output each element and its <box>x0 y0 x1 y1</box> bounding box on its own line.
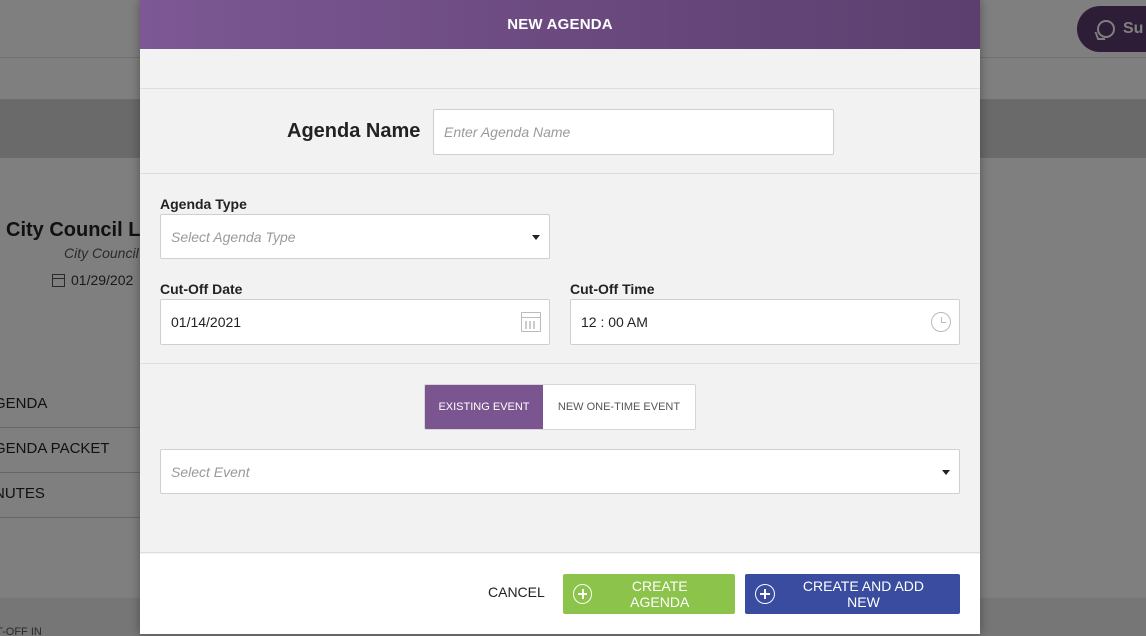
cutoff-time-input[interactable]: 12 : 00 AM <box>570 299 960 345</box>
create-and-add-new-label: CREATE AND ADD NEW <box>802 578 925 610</box>
agenda-type-placeholder: Select Agenda Type <box>171 228 296 245</box>
agenda-type-label: Agenda Type <box>160 196 247 212</box>
create-agenda-button[interactable]: CREATE AGENDA <box>563 574 735 614</box>
calendar-icon[interactable] <box>521 312 541 332</box>
create-agenda-label: CREATE AGENDA <box>630 578 690 610</box>
cutoff-date-value: 01/14/2021 <box>171 314 242 330</box>
create-and-add-new-button[interactable]: CREATE AND ADD NEW <box>745 574 960 614</box>
event-type-toggle: EXISTING EVENT NEW ONE-TIME EVENT <box>424 384 696 430</box>
event-select-placeholder: Select Event <box>171 463 250 480</box>
cancel-button[interactable]: CANCEL <box>488 584 545 600</box>
event-select[interactable]: Select Event <box>160 449 960 494</box>
event-section: EXISTING EVENT NEW ONE-TIME EVENT Select… <box>140 364 980 553</box>
cutoff-time-value: 12 : 00 AM <box>581 314 648 330</box>
modal-title: NEW AGENDA <box>140 0 980 49</box>
chevron-down-icon <box>942 469 950 475</box>
modal-footer: CANCEL CREATE AGENDA CREATE AND ADD NEW <box>140 554 980 634</box>
modal-spacer <box>140 49 980 89</box>
existing-event-tab[interactable]: EXISTING EVENT <box>425 385 543 429</box>
plus-circle-icon <box>573 584 593 604</box>
new-one-time-event-tab[interactable]: NEW ONE-TIME EVENT <box>543 385 695 429</box>
agenda-type-select[interactable]: Select Agenda Type <box>160 214 550 259</box>
plus-circle-icon <box>755 584 775 604</box>
new-agenda-modal: NEW AGENDA Agenda Name Agenda Type Selec… <box>140 0 980 634</box>
agenda-fields: Agenda Type Select Agenda Type Cut-Off D… <box>140 174 980 364</box>
agenda-name-label: Agenda Name <box>287 120 421 142</box>
clock-icon[interactable] <box>931 312 951 332</box>
agenda-name-row: Agenda Name <box>140 89 980 174</box>
chevron-down-icon <box>532 234 540 240</box>
agenda-name-input[interactable] <box>433 109 834 155</box>
cutoff-date-label: Cut-Off Date <box>160 281 243 297</box>
cutoff-time-label: Cut-Off Time <box>570 281 655 297</box>
cutoff-date-input[interactable]: 01/14/2021 <box>160 299 550 345</box>
